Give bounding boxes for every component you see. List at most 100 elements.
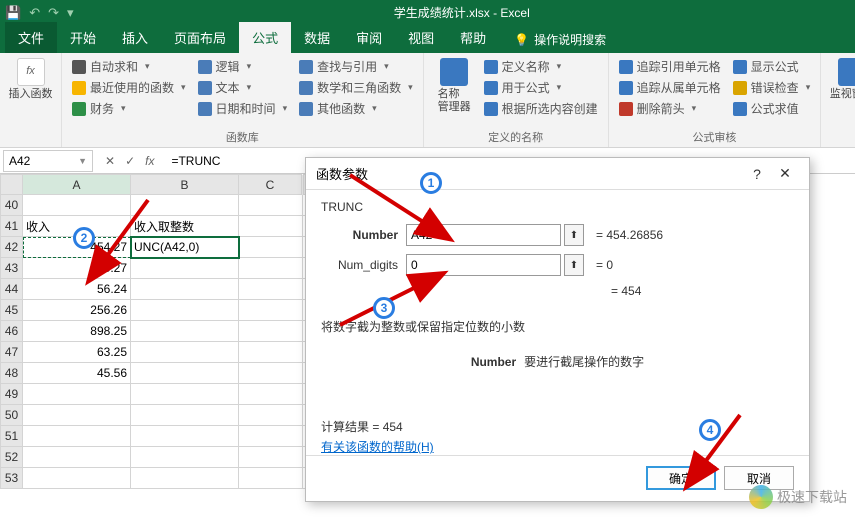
name-manager-icon bbox=[440, 58, 468, 86]
undo-icon[interactable]: ↶ bbox=[29, 5, 40, 21]
error-check-button[interactable]: 错误检查▾ bbox=[731, 78, 813, 97]
arg1-input[interactable] bbox=[406, 224, 561, 246]
autosum-button[interactable]: 自动求和▾ bbox=[70, 57, 188, 76]
tab-formulas[interactable]: 公式 bbox=[239, 22, 291, 53]
watermark: 极速下载站 bbox=[749, 485, 847, 509]
tab-insert[interactable]: 插入 bbox=[109, 22, 161, 53]
dialog-help-icon[interactable]: ? bbox=[743, 166, 771, 182]
define-name-button[interactable]: 定义名称▾ bbox=[482, 57, 600, 76]
tab-data[interactable]: 数据 bbox=[291, 22, 343, 53]
show-formulas-button[interactable]: 显示公式 bbox=[731, 57, 813, 76]
watermark-text: 极速下载站 bbox=[777, 487, 847, 507]
row-header[interactable]: 48 bbox=[1, 363, 23, 384]
cell[interactable]: 45.27 bbox=[23, 258, 131, 279]
tab-layout[interactable]: 页面布局 bbox=[161, 22, 239, 53]
cell[interactable]: 256.26 bbox=[23, 300, 131, 321]
logical-button[interactable]: 逻辑▾ bbox=[196, 57, 290, 76]
watch-icon bbox=[838, 58, 855, 86]
money-icon bbox=[72, 102, 86, 116]
row-header[interactable]: 41 bbox=[1, 216, 23, 237]
col-header-b[interactable]: B bbox=[131, 175, 239, 195]
lookup-button[interactable]: 查找与引用▾ bbox=[297, 57, 415, 76]
trace-prec-icon bbox=[619, 60, 633, 74]
row-header[interactable]: 42 bbox=[1, 237, 23, 258]
row-header[interactable]: 45 bbox=[1, 300, 23, 321]
fx-small-icon bbox=[484, 81, 498, 95]
text-icon bbox=[198, 81, 212, 95]
name-box-dropdown-icon[interactable]: ▼ bbox=[78, 156, 87, 166]
row-header[interactable]: 52 bbox=[1, 447, 23, 468]
cell[interactable]: 898.25 bbox=[23, 321, 131, 342]
cell[interactable] bbox=[23, 384, 131, 405]
row-header[interactable]: 49 bbox=[1, 384, 23, 405]
cell[interactable]: 45.56 bbox=[23, 363, 131, 384]
tab-review[interactable]: 审阅 bbox=[343, 22, 395, 53]
row-header[interactable]: 46 bbox=[1, 321, 23, 342]
cell[interactable]: 63.25 bbox=[23, 342, 131, 363]
fx-bar-icon[interactable]: fx bbox=[145, 154, 154, 168]
ok-button[interactable]: 确定 bbox=[646, 466, 716, 490]
watch-window-button[interactable]: 监视窗口 bbox=[829, 55, 855, 101]
name-box[interactable]: A42 ▼ bbox=[3, 150, 93, 172]
tab-help[interactable]: 帮助 bbox=[447, 22, 499, 53]
star-icon bbox=[72, 81, 86, 95]
col-header-a[interactable]: A bbox=[23, 175, 131, 195]
recent-functions-button[interactable]: 最近使用的函数▾ bbox=[70, 78, 188, 97]
calculation-result: 计算结果 = 454 bbox=[321, 418, 403, 435]
tab-file[interactable]: 文件 bbox=[5, 22, 57, 53]
save-icon[interactable]: 💾 bbox=[5, 5, 21, 21]
remove-arrow-icon bbox=[619, 102, 633, 116]
insert-function-button[interactable]: fx 插入函数 bbox=[8, 55, 53, 101]
cell[interactable] bbox=[23, 405, 131, 426]
cell[interactable] bbox=[23, 195, 131, 216]
row-header[interactable]: 40 bbox=[1, 195, 23, 216]
name-manager-button[interactable]: 名称 管理器 bbox=[432, 55, 477, 118]
redo-icon[interactable]: ↷ bbox=[48, 5, 59, 21]
evaluate-formula-button[interactable]: 公式求值 bbox=[731, 99, 813, 118]
financial-button[interactable]: 财务▾ bbox=[70, 99, 188, 118]
cell[interactable] bbox=[23, 468, 131, 489]
arg2-refedit-icon[interactable]: ⬆ bbox=[564, 254, 584, 276]
clock-icon bbox=[198, 102, 212, 116]
row-header[interactable]: 43 bbox=[1, 258, 23, 279]
tab-home[interactable]: 开始 bbox=[57, 22, 109, 53]
use-in-formula-button[interactable]: 用于公式▾ bbox=[482, 78, 600, 97]
sigma-icon bbox=[72, 60, 86, 74]
datetime-button[interactable]: 日期和时间▾ bbox=[196, 99, 290, 118]
row-header[interactable]: 44 bbox=[1, 279, 23, 300]
tell-me[interactable]: 💡 操作说明搜索 bbox=[509, 26, 611, 53]
row-header[interactable]: 47 bbox=[1, 342, 23, 363]
cell[interactable] bbox=[23, 426, 131, 447]
cell[interactable]: 56.24 bbox=[23, 279, 131, 300]
select-all-corner[interactable] bbox=[1, 175, 23, 195]
col-header-c[interactable]: C bbox=[239, 175, 303, 195]
tab-view[interactable]: 视图 bbox=[395, 22, 447, 53]
group-function-library: 函数库 bbox=[70, 127, 415, 145]
trace-dependents-button[interactable]: 追踪从属单元格 bbox=[617, 78, 723, 97]
arg1-refedit-icon[interactable]: ⬆ bbox=[564, 224, 584, 246]
dialog-title: 函数参数 bbox=[316, 164, 368, 183]
question-icon bbox=[198, 60, 212, 74]
help-link[interactable]: 有关该函数的帮助(H) bbox=[321, 438, 434, 455]
row-header[interactable]: 51 bbox=[1, 426, 23, 447]
create-from-selection-button[interactable]: 根据所选内容创建 bbox=[482, 99, 600, 118]
dialog-close-icon[interactable]: ✕ bbox=[771, 165, 799, 182]
annotation-1: 1 bbox=[420, 172, 442, 194]
trace-precedents-button[interactable]: 追踪引用单元格 bbox=[617, 57, 723, 76]
other-functions-button[interactable]: 其他函数▾ bbox=[297, 99, 415, 118]
theta-icon bbox=[299, 81, 313, 95]
result-eval: = 454 bbox=[611, 284, 794, 298]
math-button[interactable]: 数学和三角函数▾ bbox=[297, 78, 415, 97]
row-header[interactable]: 50 bbox=[1, 405, 23, 426]
arg2-input[interactable] bbox=[406, 254, 561, 276]
error-icon bbox=[733, 81, 747, 95]
cell[interactable] bbox=[23, 447, 131, 468]
arg2-eval: = 0 bbox=[596, 258, 613, 272]
cancel-formula-icon[interactable]: ✕ bbox=[105, 154, 115, 168]
remove-arrows-button[interactable]: 删除箭头▾ bbox=[617, 99, 723, 118]
function-description: 将数字截为整数或保留指定位数的小数 bbox=[321, 318, 794, 335]
show-fx-icon bbox=[733, 60, 747, 74]
enter-formula-icon[interactable]: ✓ bbox=[125, 154, 135, 168]
text-button[interactable]: 文本▾ bbox=[196, 78, 290, 97]
row-header[interactable]: 53 bbox=[1, 468, 23, 489]
